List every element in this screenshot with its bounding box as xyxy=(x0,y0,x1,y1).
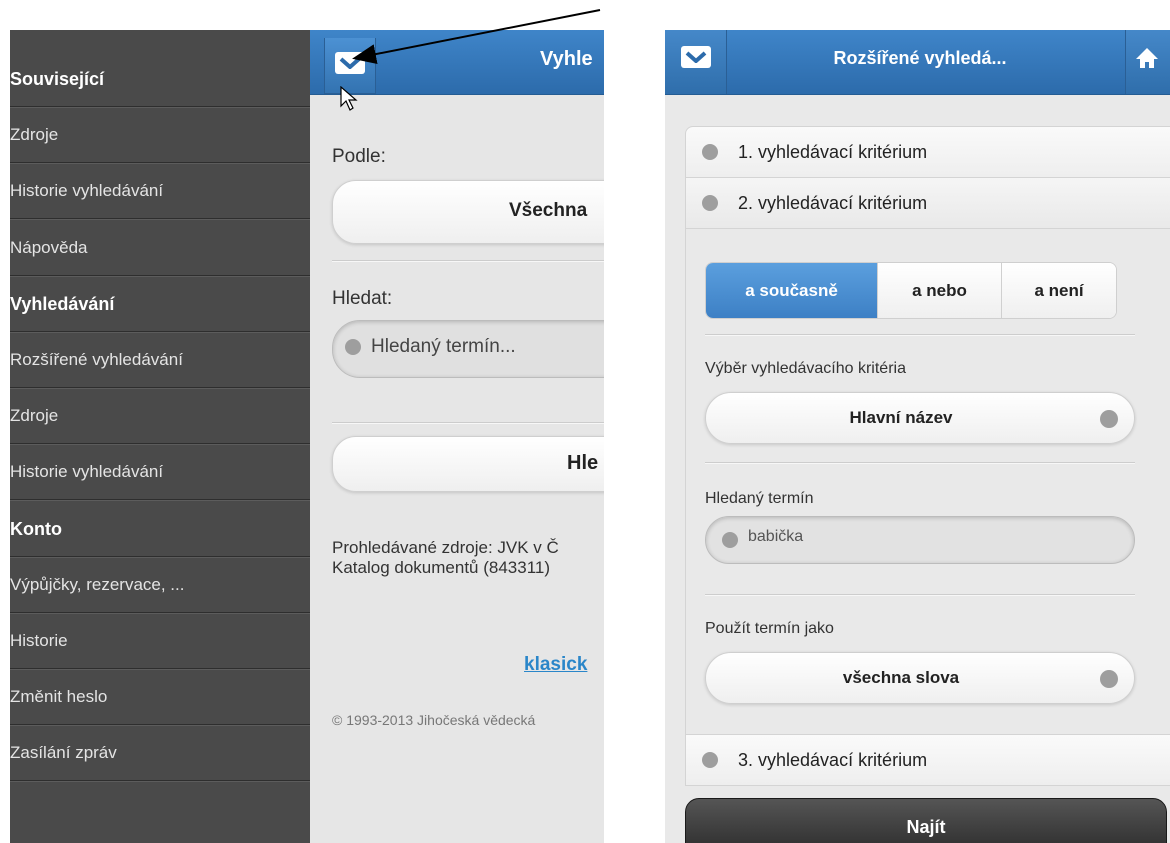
criterion-select[interactable]: Hlavní název xyxy=(705,392,1135,444)
use-as-label: Použít termín jako xyxy=(705,620,834,637)
term-label: Hledaný termín xyxy=(705,490,814,507)
operator-and-button[interactable]: a současně xyxy=(706,263,877,318)
page-title: Rozšířené vyhledá... xyxy=(833,48,1007,68)
select-arrow-icon xyxy=(1100,670,1118,688)
criterion-label: 2. vyhledávací kritérium xyxy=(738,193,928,213)
criterion-select-label: Výběr vyhledávacího kritéria xyxy=(705,360,906,377)
right-screenshot: Rozšířené vyhledá... 1. vyhledávací krit… xyxy=(665,30,1170,843)
divider xyxy=(705,594,1135,596)
select-arrow-icon xyxy=(1100,410,1118,428)
expanded-icon xyxy=(702,195,718,211)
home-button[interactable] xyxy=(1125,30,1170,94)
collapsed-icon xyxy=(702,752,718,768)
search-icon xyxy=(722,532,738,548)
criterion-label: 1. vyhledávací kritérium xyxy=(738,142,928,162)
operator-or-button[interactable]: a nebo xyxy=(877,263,1001,318)
term-field[interactable] xyxy=(746,527,1120,547)
collapsed-icon xyxy=(702,144,718,160)
term-input[interactable] xyxy=(705,516,1135,564)
operator-segmented-control: a současně a nebo a není xyxy=(705,262,1117,319)
divider xyxy=(705,462,1135,464)
menu-toggle-button[interactable] xyxy=(665,30,727,94)
home-icon xyxy=(1136,48,1158,68)
criterion-select-value: Hlavní název xyxy=(849,408,953,427)
criterion-1-toggle[interactable]: 1. vyhledávací kritérium xyxy=(685,126,1170,178)
right-header-bar: Rozšířené vyhledá... xyxy=(665,30,1170,95)
divider xyxy=(705,334,1135,336)
chevron-down-icon xyxy=(681,46,711,68)
criterion-2-toggle[interactable]: 2. vyhledávací kritérium xyxy=(685,177,1170,229)
criterion-label: 3. vyhledávací kritérium xyxy=(738,750,928,770)
operator-not-button[interactable]: a není xyxy=(1001,263,1116,318)
criterion-3-toggle[interactable]: 3. vyhledávací kritérium xyxy=(685,734,1170,786)
find-button[interactable]: Najít xyxy=(685,798,1167,843)
use-as-select[interactable]: všechna slova xyxy=(705,652,1135,704)
use-as-select-value: všechna slova xyxy=(842,668,960,687)
